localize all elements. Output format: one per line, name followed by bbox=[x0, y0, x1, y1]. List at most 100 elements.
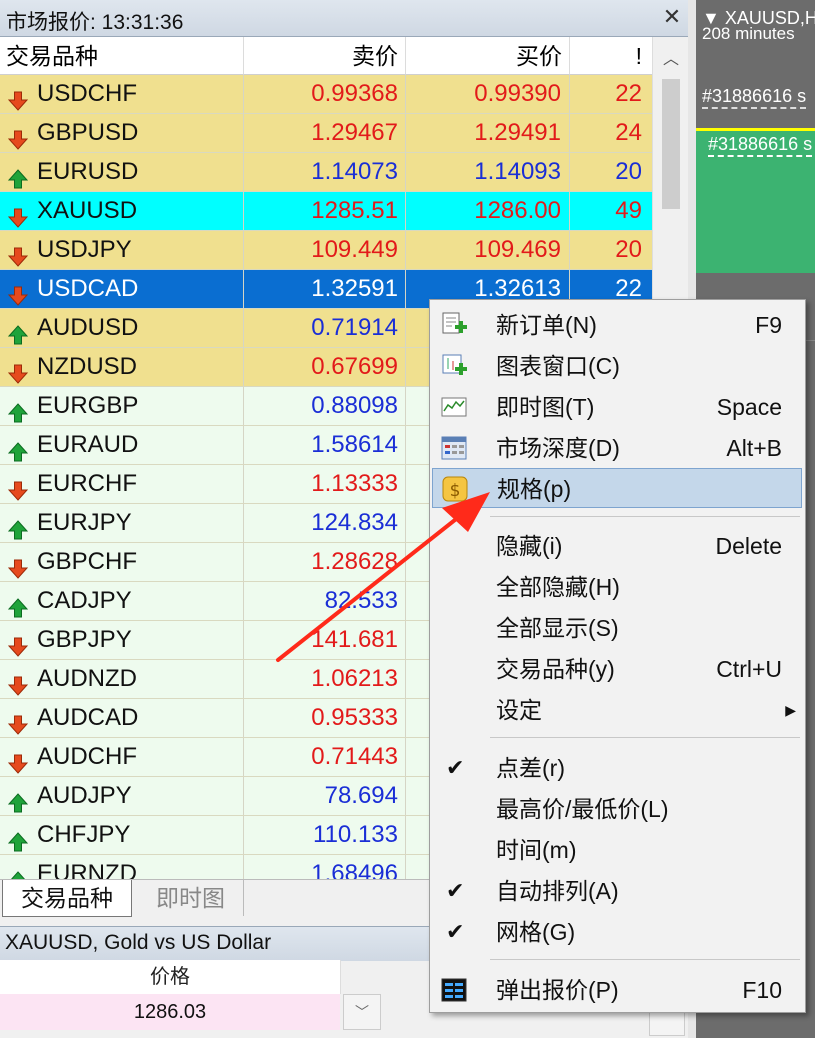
menu-item-label: 新订单(N) bbox=[496, 312, 597, 338]
bid-cell: 1.28628 bbox=[244, 543, 406, 581]
menu-item-label: 市场深度(D) bbox=[496, 435, 620, 461]
menu-item-label: 弹出报价(P) bbox=[496, 977, 619, 1003]
menu-item-label: 即时图(T) bbox=[496, 394, 595, 420]
table-row[interactable]: EURUSD 1.14073 1.14093 20 bbox=[0, 153, 652, 192]
menu-item-label: 规格(p) bbox=[497, 476, 572, 502]
menu-item[interactable]: 图表窗口(C) bbox=[432, 346, 802, 386]
menu-item-label: 自动排列(A) bbox=[496, 878, 619, 904]
menu-item[interactable]: ✔ 网格(G) bbox=[432, 912, 802, 952]
menu-item[interactable]: 全部显示(S) bbox=[432, 608, 802, 648]
popup-prices-icon bbox=[440, 976, 468, 1004]
symbol-cell: EURGBP bbox=[0, 387, 244, 425]
tab-tick-chart[interactable]: 即时图 bbox=[138, 880, 244, 916]
tab-symbols[interactable]: 交易品种 bbox=[2, 880, 132, 917]
symbol-cell: XAUUSD bbox=[0, 192, 244, 230]
symbol-cell: AUDCHF bbox=[0, 738, 244, 776]
context-menu: 新订单(N) F9 图表窗口(C) 即时图(T) Space 市场深度(D) Alt+B $ 规… bbox=[429, 299, 806, 1013]
symbol-cell: NZDUSD bbox=[0, 348, 244, 386]
menu-item[interactable]: 即时图(T) Space bbox=[432, 387, 802, 427]
menu-item-label: 图表窗口(C) bbox=[496, 353, 620, 379]
specification-icon: $ bbox=[441, 475, 469, 503]
close-icon[interactable]: ✕ bbox=[660, 4, 684, 30]
menu-item-label: 隐藏(i) bbox=[496, 533, 563, 559]
chart-window-icon bbox=[440, 352, 468, 380]
menu-item[interactable]: 设定 ▶ bbox=[432, 690, 802, 730]
menu-item[interactable]: 市场深度(D) Alt+B bbox=[432, 428, 802, 468]
symbol-cell: AUDJPY bbox=[0, 777, 244, 815]
market-depth-icon bbox=[440, 434, 468, 462]
scroll-up-icon[interactable]: ︿ bbox=[661, 45, 681, 68]
bid-cell: 78.694 bbox=[244, 777, 406, 815]
scrollbar-thumb[interactable] bbox=[662, 79, 680, 209]
bid-cell: 1.68496 bbox=[244, 855, 406, 879]
menu-item[interactable]: 交易品种(y) Ctrl+U bbox=[432, 649, 802, 689]
menu-item-label: 全部隐藏(H) bbox=[496, 574, 620, 600]
chevron-down-icon[interactable]: ﹀ bbox=[343, 994, 381, 1030]
bid-cell: 110.133 bbox=[244, 816, 406, 854]
menu-item-shortcut: Space bbox=[716, 394, 782, 420]
bid-cell: 0.71443 bbox=[244, 738, 406, 776]
symbol-cell: EURUSD bbox=[0, 153, 244, 191]
menu-separator bbox=[490, 516, 800, 517]
bid-cell: 1285.51 bbox=[244, 192, 406, 230]
ask-cell: 1.29491 bbox=[406, 114, 570, 152]
bid-cell: 1.32591 bbox=[244, 270, 406, 308]
menu-separator bbox=[490, 959, 800, 960]
menu-item[interactable]: 新订单(N) F9 bbox=[432, 305, 802, 345]
spread-cell: 20 bbox=[615, 236, 642, 263]
column-header-ask[interactable]: 买价 bbox=[406, 37, 570, 75]
symbol-cell: EURAUD bbox=[0, 426, 244, 464]
menu-item[interactable]: ✔ 自动排列(A) bbox=[432, 871, 802, 911]
order-line-label[interactable]: #31886616 s bbox=[702, 86, 807, 109]
symbol-cell: USDCHF bbox=[0, 75, 244, 113]
order-line-label[interactable]: #31886616 s bbox=[708, 134, 813, 157]
checkmark-icon: ✔ bbox=[446, 878, 465, 903]
menu-item[interactable]: $ 规格(p) bbox=[432, 468, 802, 508]
menu-item[interactable]: 弹出报价(P) F10 bbox=[432, 970, 802, 1010]
menu-item-label: 点差(r) bbox=[496, 755, 565, 781]
spread-cell: 24 bbox=[615, 119, 642, 146]
symbol-cell: USDCAD bbox=[0, 270, 244, 308]
submenu-arrow-icon: ▶ bbox=[785, 702, 796, 718]
menu-item-shortcut: Alt+B bbox=[726, 435, 782, 461]
bid-cell: 1.14073 bbox=[244, 153, 406, 191]
tick-chart-icon bbox=[440, 393, 468, 421]
bid-cell: 0.88098 bbox=[244, 387, 406, 425]
symbol-cell: AUDNZD bbox=[0, 660, 244, 698]
menu-item[interactable]: 最高价/最低价(L) bbox=[432, 789, 802, 829]
svg-text:$: $ bbox=[450, 481, 461, 501]
bid-cell: 1.29467 bbox=[244, 114, 406, 152]
symbol-cell: AUDUSD bbox=[0, 309, 244, 347]
table-row[interactable]: USDCHF 0.99368 0.99390 22 bbox=[0, 75, 652, 114]
menu-item[interactable]: 隐藏(i) Delete bbox=[432, 526, 802, 566]
bid-cell: 0.71914 bbox=[244, 309, 406, 347]
menu-item-label: 全部显示(S) bbox=[496, 615, 619, 641]
bid-cell: 1.13333 bbox=[244, 465, 406, 503]
ask-cell: 1286.00 bbox=[406, 192, 570, 230]
checkmark-icon: ✔ bbox=[446, 919, 465, 944]
menu-item-label: 网格(G) bbox=[496, 919, 576, 945]
symbol-cell: GBPJPY bbox=[0, 621, 244, 659]
market-watch-titlebar: 市场报价: 13:31:36 ✕ bbox=[0, 0, 688, 37]
menu-item[interactable]: ✔ 点差(r) bbox=[432, 748, 802, 788]
menu-item-label: 设定 bbox=[496, 697, 542, 723]
bid-cell: 0.67699 bbox=[244, 348, 406, 386]
menu-item[interactable]: 时间(m) bbox=[432, 830, 802, 870]
bid-cell: 1.06213 bbox=[244, 660, 406, 698]
chart-subtitle: 208 minutes bbox=[702, 24, 795, 43]
column-header-spread[interactable]: ! bbox=[570, 37, 652, 75]
bid-cell: 141.681 bbox=[244, 621, 406, 659]
ask-cell: 109.469 bbox=[406, 231, 570, 269]
market-watch-title: 市场报价: 13:31:36 bbox=[6, 11, 184, 34]
menu-item-shortcut: F10 bbox=[742, 977, 782, 1003]
symbol-cell: CADJPY bbox=[0, 582, 244, 620]
bid-cell: 124.834 bbox=[244, 504, 406, 542]
menu-item-label: 最高价/最低价(L) bbox=[496, 796, 669, 822]
column-header-bid[interactable]: 卖价 bbox=[244, 37, 406, 75]
bid-cell: 0.95333 bbox=[244, 699, 406, 737]
table-row[interactable]: GBPUSD 1.29467 1.29491 24 bbox=[0, 114, 652, 153]
table-row[interactable]: XAUUSD 1285.51 1286.00 49 bbox=[0, 192, 652, 231]
column-header-symbol[interactable]: 交易品种 bbox=[0, 37, 244, 75]
table-row[interactable]: USDJPY 109.449 109.469 20 bbox=[0, 231, 652, 270]
menu-item[interactable]: 全部隐藏(H) bbox=[432, 567, 802, 607]
